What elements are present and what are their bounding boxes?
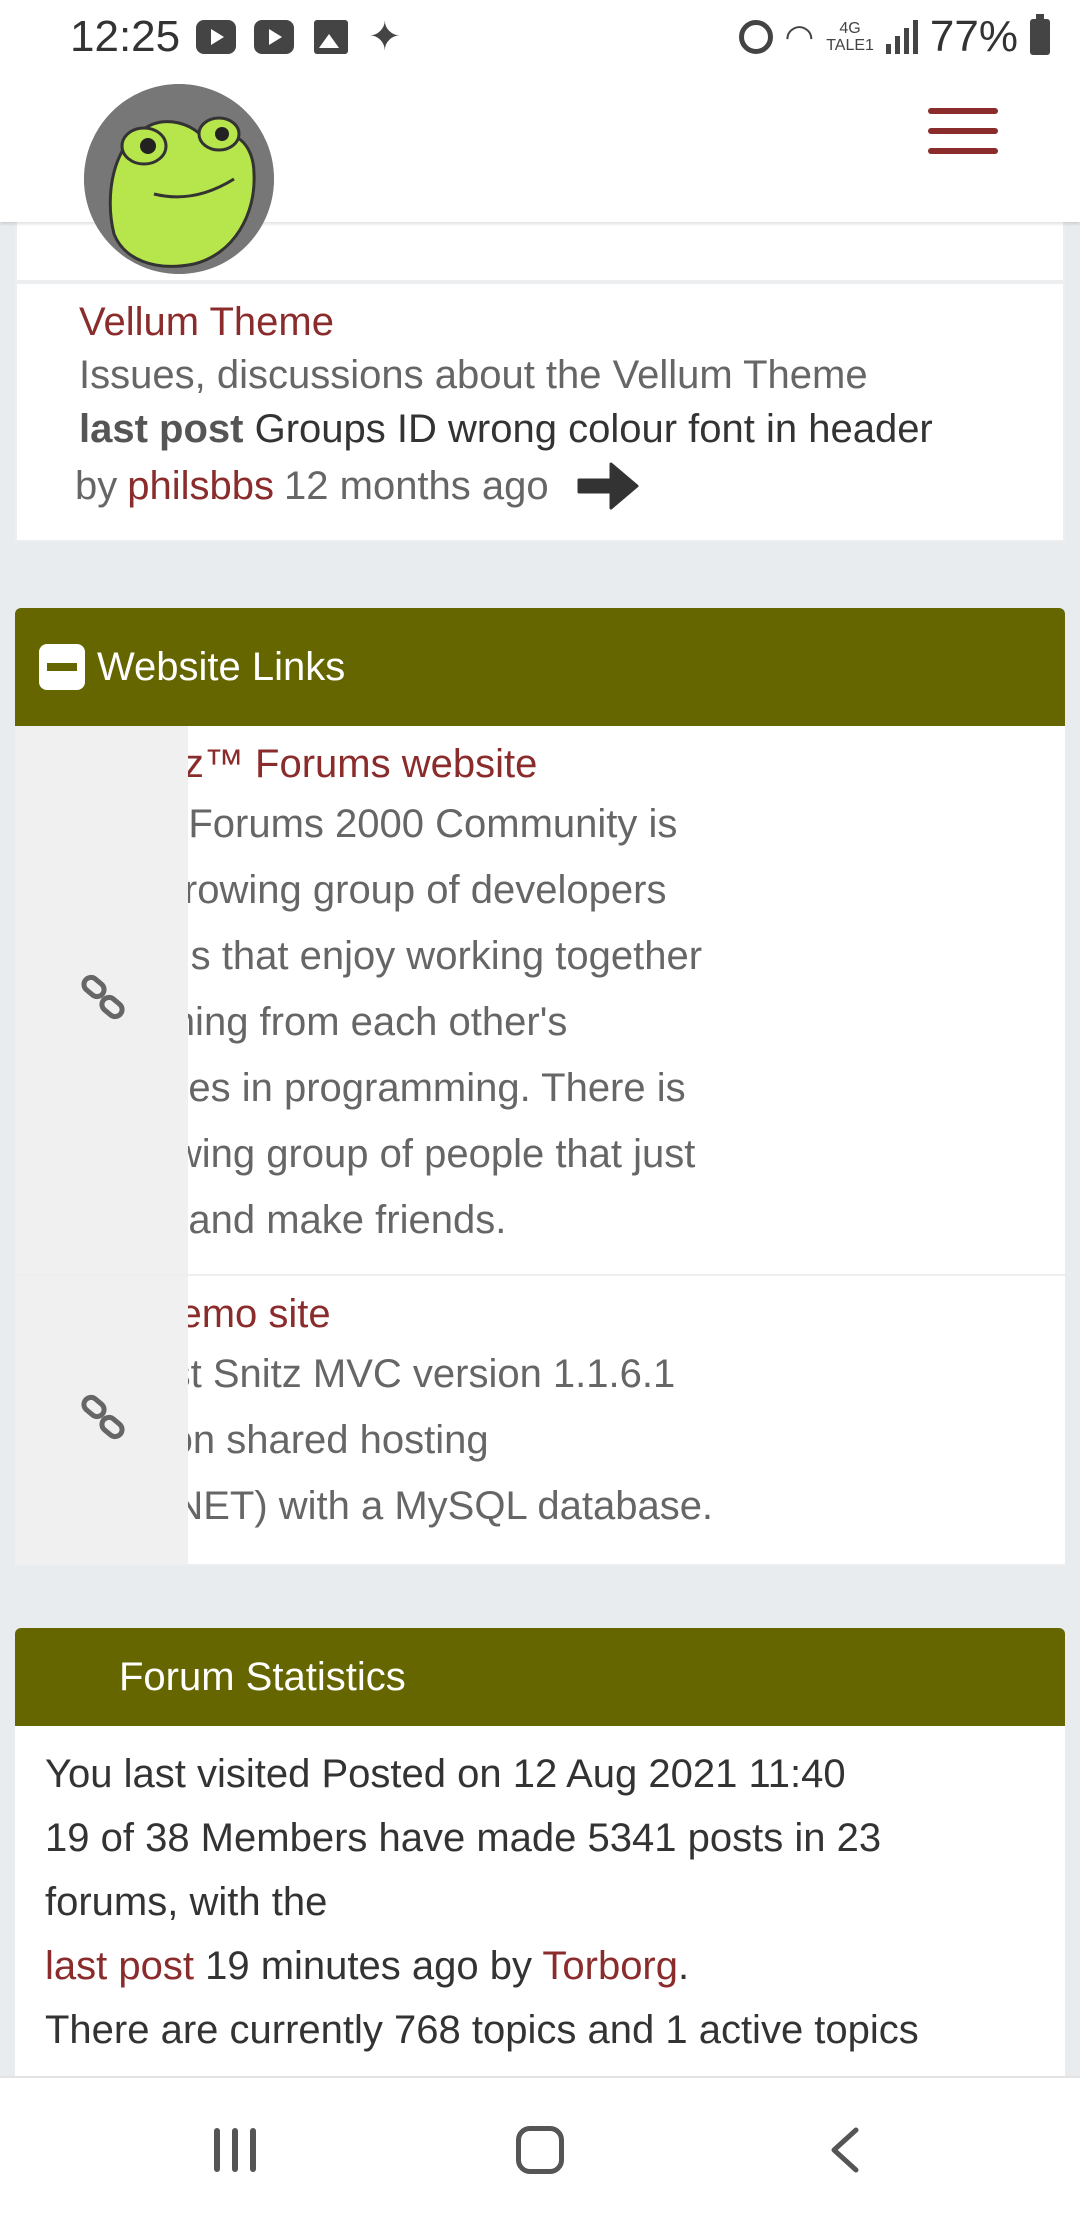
last-post-age: 12 months ago [284, 463, 549, 508]
site-logo-frog-avatar[interactable] [84, 84, 274, 274]
topics-text: There are currently 768 topics and 1 act… [45, 2008, 919, 2052]
status-bar: 12:25 ✦ ◠ 4G TALE1 77% [0, 0, 1080, 72]
website-links-header[interactable]: Website Links [15, 608, 1065, 726]
link-desc-line: nitz Forums 2000 Community is [115, 802, 678, 846]
link-chain-icon [81, 974, 125, 1020]
link-desc-line: ng on shared hosting [115, 1418, 489, 1462]
forum-statistics-header[interactable]: Forum Statistics [15, 1628, 1065, 1726]
network-type: 4G [839, 20, 861, 37]
last-post-user-link[interactable]: philsbbs [127, 464, 274, 509]
last-post-line: last post Groups ID wrong colour font in… [79, 407, 1001, 452]
link-text: ql demo site atest Snitz MVC version 1.1… [115, 1292, 1015, 1539]
by-label: by [75, 463, 118, 508]
list-item: Snitz™ Forums website nitz Forums 2000 C… [15, 726, 1065, 1276]
last-visited-text: You last visited Posted on 12 Aug 2021 1… [45, 1752, 846, 1796]
wifi-icon: ◠ [784, 18, 815, 56]
section-title: Website Links [97, 644, 346, 689]
members-text: 19 of 38 Members have made 5341 posts in… [45, 1816, 882, 1860]
last-post-byline: by philsbbs 12 months ago [75, 456, 1001, 516]
network-indicator: 4G TALE1 [826, 20, 874, 54]
link-desc-line: er growing group of developers [115, 868, 667, 912]
last-post-label: last post [79, 407, 244, 451]
website-links-list: Snitz™ Forums website nitz Forums 2000 C… [15, 726, 1065, 1566]
site-header [0, 72, 1080, 274]
battery-percent: 77% [929, 12, 1018, 61]
link-title[interactable]: ql demo site [115, 1292, 1015, 1337]
last-post-link[interactable]: last post [45, 1944, 194, 1988]
link-text: Snitz™ Forums website nitz Forums 2000 C… [115, 742, 1015, 1253]
go-to-last-post-arrow-icon[interactable] [575, 456, 639, 516]
gallery-icon [314, 20, 348, 54]
link-desc-line: iends that enjoy working together [115, 934, 703, 978]
last-post-user-link[interactable]: Torborg [542, 1944, 678, 1988]
back-icon[interactable] [820, 2124, 872, 2176]
link-icon-column [15, 1276, 188, 1564]
link-chain-icon [81, 1394, 125, 1440]
section-title: Forum Statistics [119, 1654, 406, 1699]
collapse-minus-icon[interactable] [39, 644, 85, 690]
forums-text: forums, with the [45, 1880, 328, 1924]
last-post-topic[interactable]: Groups ID wrong colour font in header [255, 407, 933, 451]
last-post-age: 19 minutes ago [205, 1944, 479, 1988]
signal-icon [885, 20, 918, 54]
period: . [678, 1944, 690, 1988]
forum-statistics-body: You last visited Posted on 12 Aug 2021 1… [15, 1726, 1065, 2076]
link-desc-line: growing group of people that just [115, 1132, 696, 1176]
link-desc-line: atest Snitz MVC version 1.1.6.1 [115, 1352, 676, 1396]
forum-title-link[interactable]: Vellum Theme [79, 300, 1001, 345]
youtube-icon [196, 20, 236, 54]
youtube-icon [254, 20, 294, 54]
link-desc-line: talk and make friends. [115, 1198, 507, 1242]
link-desc-line: iences in programming. There is [115, 1066, 686, 1110]
forum-item-vellum-theme: Vellum Theme Issues, discussions about t… [15, 282, 1065, 542]
dropbox-icon: ✦ [368, 15, 402, 59]
last-post-stat-line: last post 19 minutes ago by Torborg. [45, 1934, 1035, 1998]
forum-description: Issues, discussions about the Vellum The… [79, 353, 868, 397]
list-item: ql demo site atest Snitz MVC version 1.1… [15, 1276, 1065, 1566]
link-icon-column [15, 726, 188, 1274]
network-carrier: TALE1 [826, 37, 874, 54]
link-title[interactable]: Snitz™ Forums website [115, 742, 1015, 787]
link-desc-line: earning from each other's [115, 1000, 568, 1044]
alarm-icon [738, 20, 773, 54]
by-label: by [489, 1944, 532, 1988]
home-icon[interactable] [516, 2126, 564, 2174]
menu-hamburger-icon[interactable] [928, 108, 998, 156]
system-navigation-bar [0, 2076, 1080, 2220]
battery-icon [1030, 14, 1050, 55]
recent-apps-icon[interactable] [214, 2128, 256, 2172]
status-time: 12:25 [70, 12, 181, 61]
link-desc-line: SP.NET) with a MySQL database. [115, 1484, 714, 1528]
